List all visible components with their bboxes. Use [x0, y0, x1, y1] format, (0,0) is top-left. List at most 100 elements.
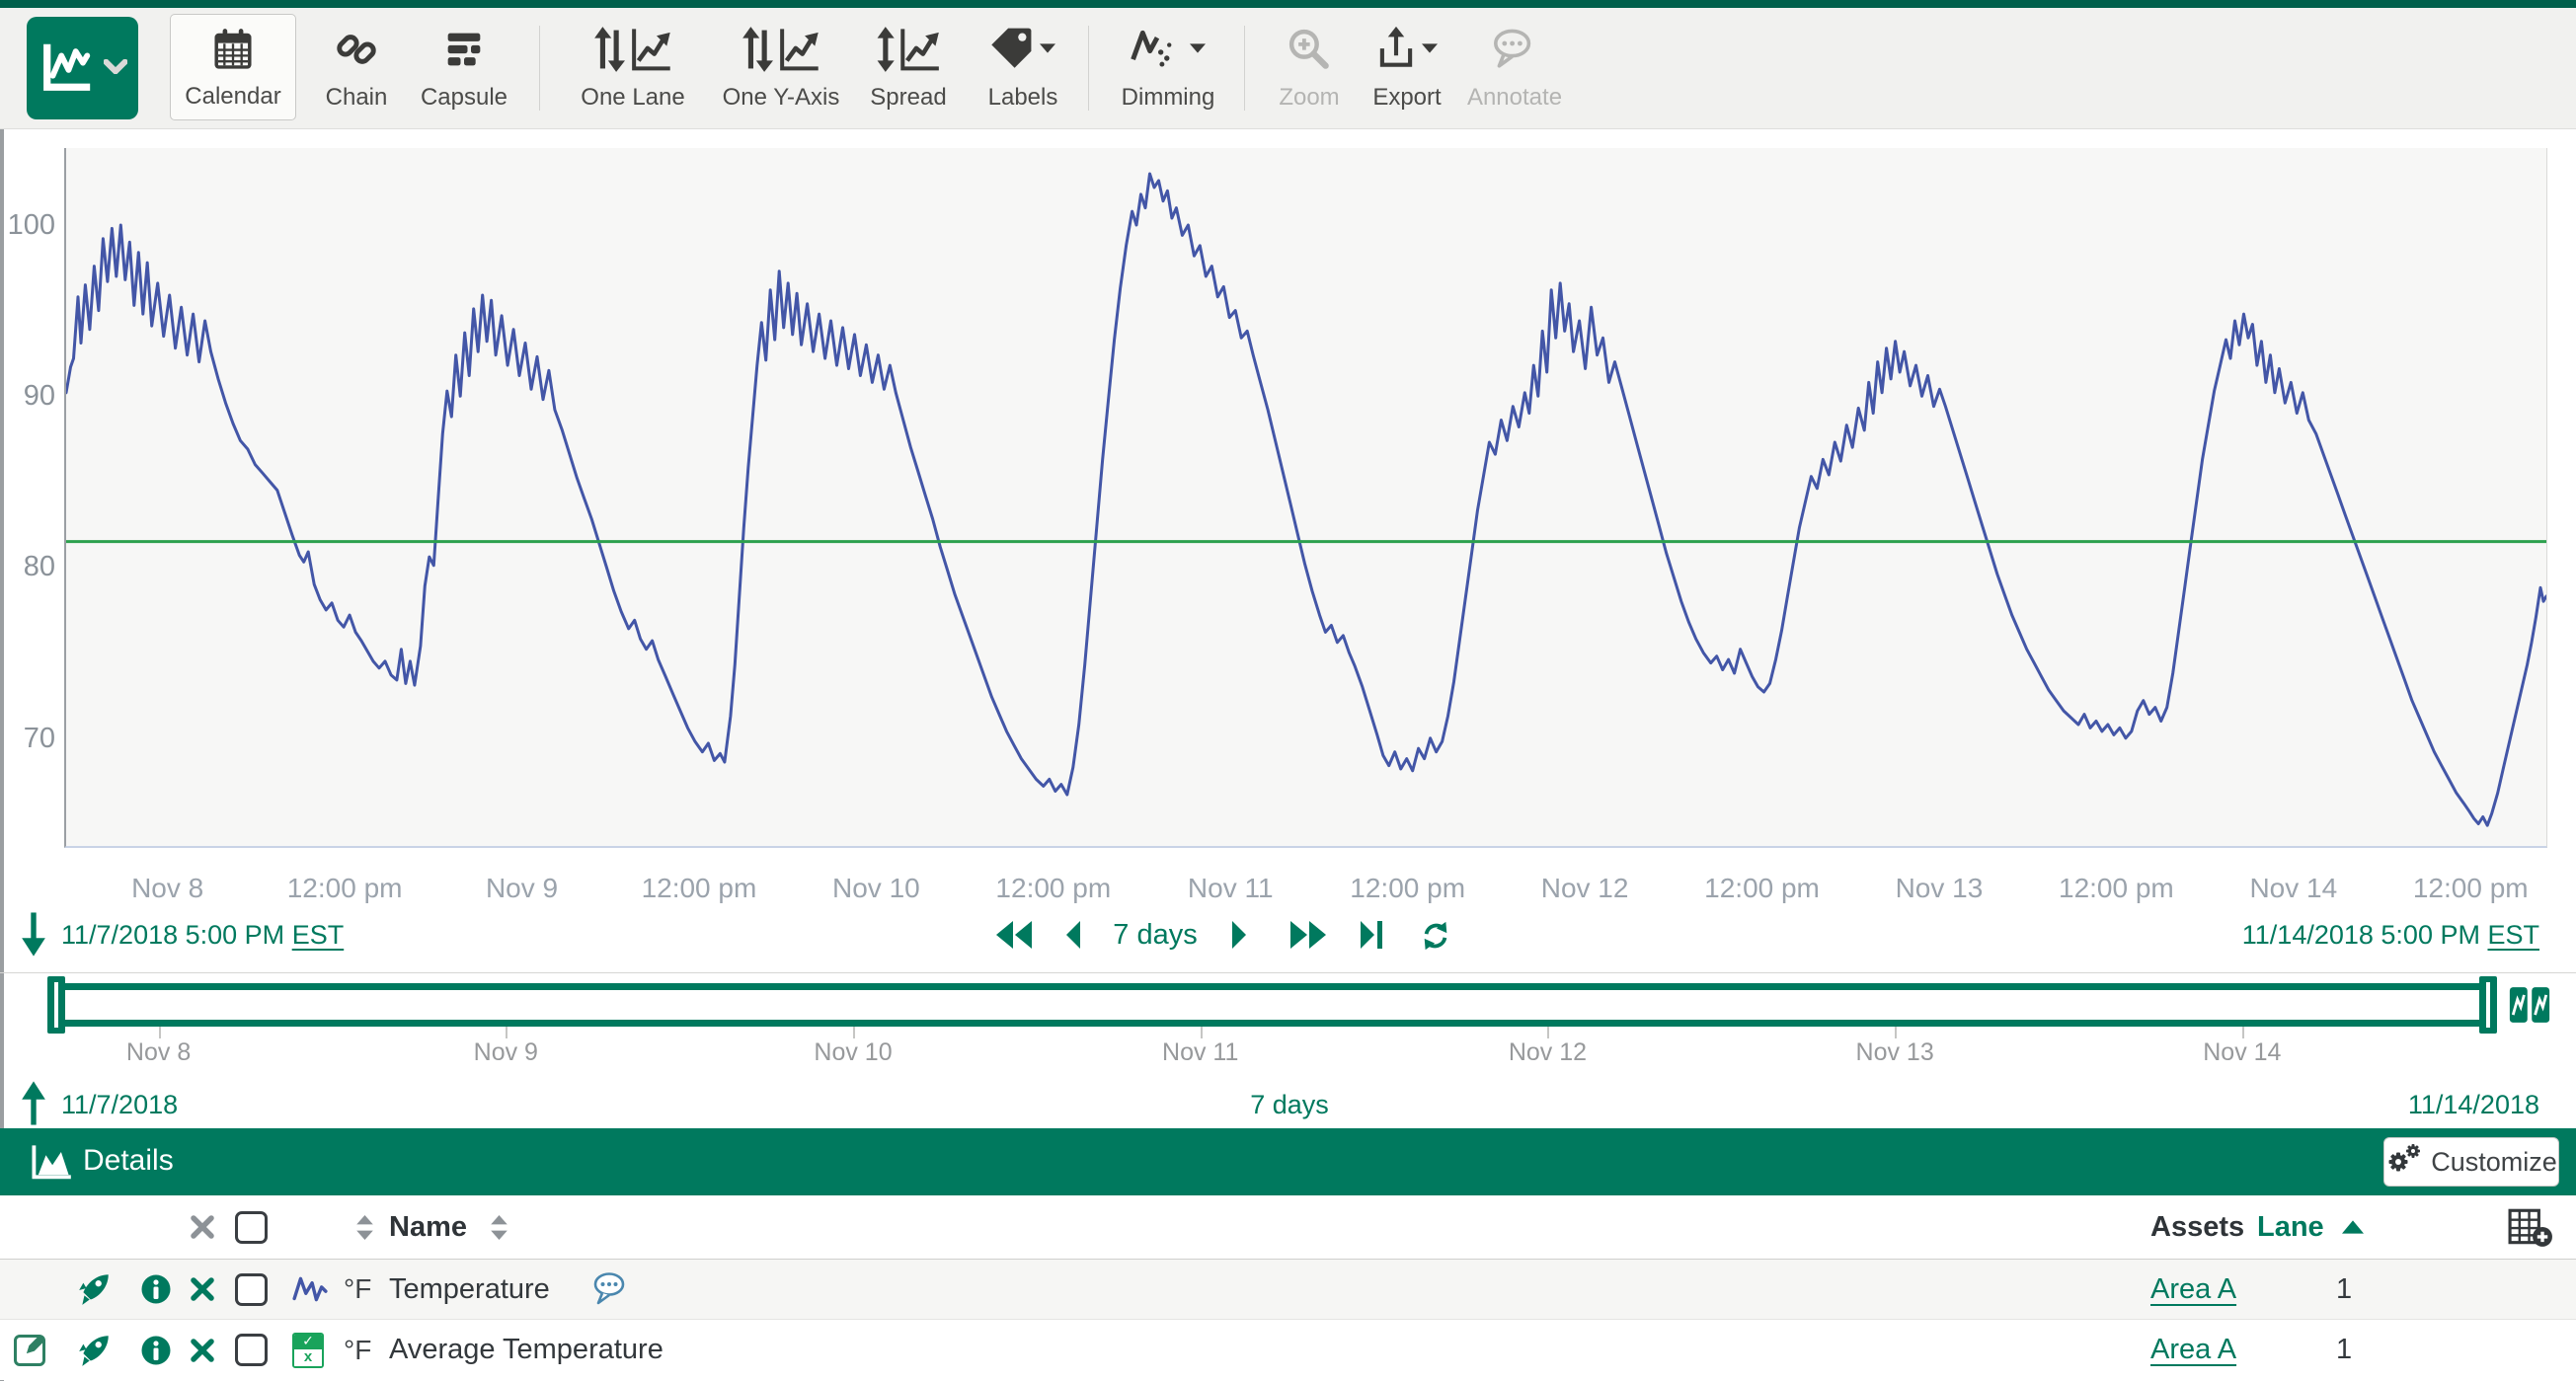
spread-label: Spread	[870, 83, 946, 113]
calendar-label: Calendar	[185, 82, 280, 112]
toolbar-separator	[1088, 26, 1089, 111]
sort-ascending-icon[interactable]	[2342, 1195, 2364, 1259]
step-to-end-icon[interactable]	[1359, 918, 1384, 957]
asset-link[interactable]: Area A	[2150, 1320, 2236, 1380]
timeline-duration[interactable]: 7 days	[1191, 1090, 1388, 1120]
range-start-datetime[interactable]: 11/7/2018 5:00 PM EST	[61, 920, 344, 951]
temperature-series-line	[66, 174, 2546, 825]
asset-link[interactable]: Area A	[2150, 1260, 2236, 1319]
info-icon[interactable]	[140, 1260, 172, 1319]
lane-value: 1	[2336, 1260, 2352, 1319]
x-axis-tick-label: Nov 9	[438, 873, 606, 904]
capsule-label: Capsule	[421, 83, 507, 113]
toolbar-separator	[1244, 26, 1245, 111]
y-axis-tick-label: 80	[0, 551, 55, 583]
timeline-selected-range-bar[interactable]	[57, 983, 2488, 1027]
export-icon	[1376, 25, 1416, 73]
chevron-down-icon	[104, 59, 127, 77]
step-back-half-icon[interactable]	[994, 918, 1034, 957]
timeline-tick	[159, 1027, 161, 1038]
timeline-end-date[interactable]: 11/14/2018	[2408, 1090, 2539, 1120]
timezone-link[interactable]: EST	[292, 920, 345, 950]
table-row: ✓x °F Average Temperature Area A 1	[0, 1320, 2576, 1380]
select-all-checkbox[interactable]	[235, 1211, 268, 1244]
timeline-right-handle[interactable]	[2479, 976, 2497, 1034]
rocket-icon[interactable]	[77, 1260, 113, 1319]
sort-icon[interactable]	[355, 1195, 374, 1259]
timeline-tick-label: Nov 9	[436, 1038, 575, 1067]
table-row: °F Temperature Area A 1	[0, 1260, 2576, 1320]
labels-button[interactable]: Labels	[974, 14, 1072, 120]
item-name[interactable]: Average Temperature	[389, 1320, 664, 1380]
dimming-button[interactable]: Dimming	[1106, 14, 1230, 120]
range-duration[interactable]: 7 days	[1104, 918, 1207, 952]
timeline-tick-label: Nov 14	[2173, 1038, 2311, 1067]
dimming-icon	[1131, 26, 1184, 72]
spread-icon	[874, 15, 943, 83]
remove-item-icon[interactable]	[190, 1320, 215, 1380]
remove-item-icon[interactable]	[190, 1260, 215, 1319]
timeline-start-date[interactable]: 11/7/2018	[61, 1090, 178, 1120]
timeline-thumbnails-icon[interactable]	[2508, 986, 2551, 1029]
x-axis-tick-label: Nov 8	[84, 873, 252, 904]
range-end-datetime[interactable]: 11/14/2018 5:00 PM EST	[2242, 920, 2539, 951]
sort-icon[interactable]	[490, 1195, 508, 1259]
customize-label: Customize	[2431, 1147, 2557, 1178]
caret-down-icon	[1190, 41, 1206, 56]
step-forward-icon[interactable]	[1230, 918, 1248, 957]
add-column-icon[interactable]	[2508, 1195, 2553, 1259]
item-name[interactable]: Temperature	[389, 1260, 550, 1319]
annotate-bubble-icon	[1491, 15, 1538, 83]
timeline-left-handle[interactable]	[47, 976, 65, 1034]
x-axis-tick-label: Nov 14	[2210, 873, 2378, 904]
x-axis-tick-label: Nov 13	[1855, 873, 2023, 904]
trend-chart-svg	[66, 148, 2546, 846]
y-axis-tick-label: 90	[0, 380, 55, 413]
remove-all-icon[interactable]	[190, 1195, 215, 1259]
row-checkbox[interactable]	[235, 1334, 268, 1366]
customize-button[interactable]: Customize	[2383, 1137, 2559, 1187]
spread-button[interactable]: Spread	[855, 14, 962, 120]
edit-formula-icon[interactable]	[14, 1320, 45, 1380]
step-forward-half-icon[interactable]	[1288, 918, 1328, 957]
timeline-tick	[1201, 1027, 1203, 1038]
column-header-lane[interactable]: Lane	[2257, 1195, 2324, 1259]
zoom-in-icon	[1287, 15, 1332, 83]
timeline-tick	[853, 1027, 855, 1038]
row-checkbox[interactable]	[235, 1273, 268, 1306]
unit-label: °F	[344, 1320, 371, 1380]
details-title: Details	[83, 1144, 174, 1178]
refresh-icon[interactable]	[1420, 920, 1451, 957]
section-divider	[0, 972, 2576, 973]
x-axis-tick-label: 12:00 pm	[615, 873, 783, 904]
y-axis-tick-label: 100	[0, 209, 55, 242]
info-icon[interactable]	[140, 1320, 172, 1380]
capsule-icon	[443, 15, 485, 83]
step-back-icon[interactable]	[1064, 918, 1082, 957]
chain-button[interactable]: Chain	[314, 14, 399, 120]
toolbar-separator	[539, 26, 540, 111]
y-axis-tick-label: 70	[0, 723, 55, 755]
zoom-button[interactable]: Zoom	[1266, 14, 1353, 120]
rocket-icon[interactable]	[77, 1320, 113, 1380]
timeline-tick	[1895, 1027, 1897, 1038]
labels-label: Labels	[988, 83, 1058, 113]
timezone-link[interactable]: EST	[2487, 920, 2539, 950]
lane-value: 1	[2336, 1320, 2352, 1380]
export-label: Export	[1372, 83, 1441, 113]
trend-chart-plot[interactable]	[64, 148, 2547, 848]
one-lane-button[interactable]: One Lane	[559, 14, 707, 120]
trend-chart-icon	[39, 38, 96, 99]
one-y-axis-button[interactable]: One Y-Axis	[717, 14, 845, 120]
calendar-button[interactable]: Calendar	[170, 14, 296, 120]
caret-down-icon	[1422, 41, 1438, 56]
x-axis-tick-label: 12:00 pm	[970, 873, 1137, 904]
export-button[interactable]: Export	[1363, 14, 1451, 120]
trend-view-menu-button[interactable]	[27, 17, 138, 119]
dimming-label: Dimming	[1122, 83, 1215, 113]
details-table-header: Name Assets Lane	[0, 1195, 2576, 1260]
annotate-button[interactable]: Annotate	[1459, 14, 1570, 120]
x-axis-tick-label: Nov 11	[1146, 873, 1314, 904]
capsule-button[interactable]: Capsule	[407, 14, 521, 120]
annotation-bubble-icon[interactable]	[590, 1260, 632, 1319]
